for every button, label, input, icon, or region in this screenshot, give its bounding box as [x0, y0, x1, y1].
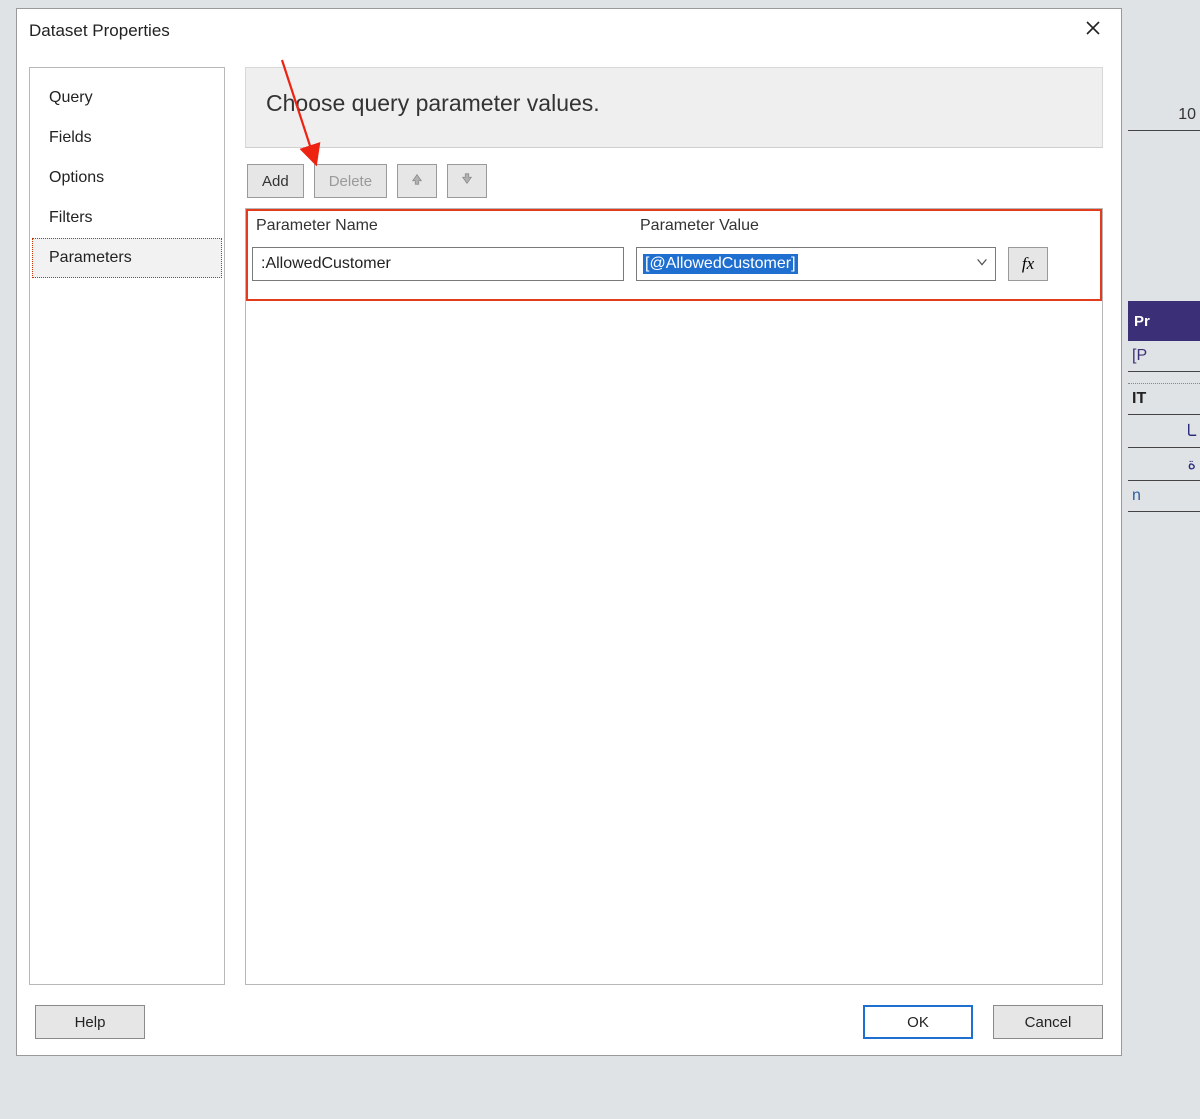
add-button-label: Add [262, 173, 289, 190]
sidebar-item-label: Parameters [49, 249, 132, 266]
sidebar-item-query[interactable]: Query [30, 78, 224, 118]
help-button-label: Help [75, 1014, 106, 1031]
titlebar: Dataset Properties [17, 9, 1121, 53]
add-button[interactable]: Add [247, 164, 304, 198]
sidebar-item-label: Query [49, 89, 93, 106]
cancel-button[interactable]: Cancel [993, 1005, 1103, 1039]
parameters-grid: Parameter Name Parameter Value [@Allowed… [245, 208, 1103, 985]
sidebar-item-options[interactable]: Options [30, 158, 224, 198]
arrow-down-icon [460, 172, 474, 190]
arrow-up-icon [410, 172, 424, 190]
fx-icon: fx [1022, 254, 1034, 274]
dialog-footer: Help OK Cancel [17, 995, 1121, 1055]
sidebar-item-parameters[interactable]: Parameters [32, 238, 222, 278]
ok-button[interactable]: OK [863, 1005, 973, 1039]
sidebar-item-label: Filters [49, 209, 93, 226]
bg-ar2: ة [1128, 448, 1200, 481]
cancel-button-label: Cancel [1025, 1014, 1072, 1031]
move-down-button[interactable] [447, 164, 487, 198]
annotation-highlight: Parameter Name Parameter Value [@Allowed… [246, 209, 1102, 301]
grid-headers: Parameter Name Parameter Value [252, 211, 1096, 247]
combo-selected-text: [@AllowedCustomer] [643, 254, 798, 274]
sidebar-item-filters[interactable]: Filters [30, 198, 224, 238]
parameter-value-combo[interactable]: [@AllowedCustomer] [636, 247, 996, 281]
sidebar-item-label: Options [49, 169, 104, 186]
bg-n: n [1128, 481, 1200, 512]
main-panel: Choose query parameter values. Add Delet… [245, 67, 1103, 985]
column-header-name: Parameter Name [252, 217, 636, 235]
ok-button-label: OK [907, 1014, 929, 1031]
dataset-properties-dialog: Dataset Properties Query Fields Options … [16, 8, 1122, 1056]
toolbar: Add Delete [247, 164, 1103, 198]
sidebar-item-fields[interactable]: Fields [30, 118, 224, 158]
parameter-name-input[interactable] [252, 247, 624, 281]
parameter-row: [@AllowedCustomer] fx [252, 247, 1096, 281]
move-up-button[interactable] [397, 164, 437, 198]
bg-p: [P [1128, 341, 1200, 372]
close-button[interactable] [1071, 15, 1115, 47]
bg-it: IT [1128, 384, 1200, 415]
delete-button[interactable]: Delete [314, 164, 387, 198]
background-right-column: 10 Pr [P IT ـا ة n [1128, 0, 1200, 1119]
expression-button[interactable]: fx [1008, 247, 1048, 281]
delete-button-label: Delete [329, 173, 372, 190]
sidebar-item-label: Fields [49, 129, 92, 146]
bg-ar1: ـا [1128, 415, 1200, 448]
bg-header: Pr [1128, 301, 1200, 341]
column-header-value: Parameter Value [636, 217, 1096, 235]
bg-num: 10 [1128, 100, 1200, 131]
dialog-title: Dataset Properties [29, 21, 170, 41]
page-heading: Choose query parameter values. [245, 67, 1103, 148]
close-icon [1085, 20, 1101, 41]
help-button[interactable]: Help [35, 1005, 145, 1039]
chevron-down-icon [975, 255, 989, 273]
sidebar: Query Fields Options Filters Parameters [29, 67, 225, 985]
